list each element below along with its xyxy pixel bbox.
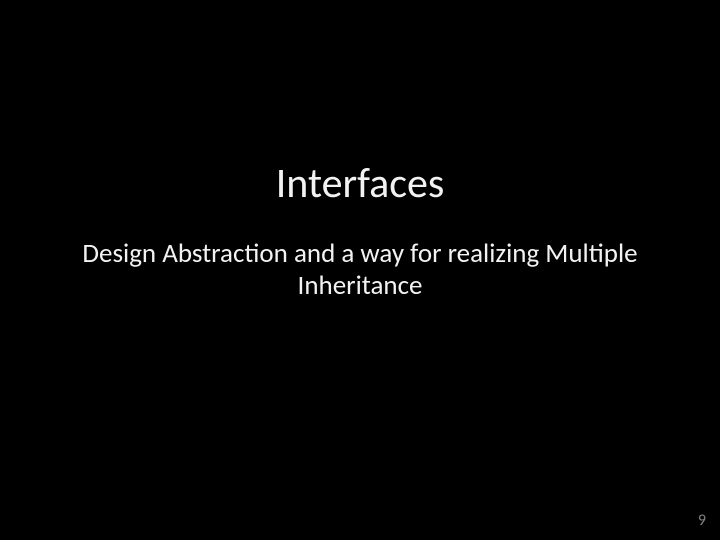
page-number: 9 xyxy=(698,511,706,530)
slide-subtitle: Design Abstraction and a way for realizi… xyxy=(0,238,720,303)
slide-title: Interfaces xyxy=(0,158,720,209)
